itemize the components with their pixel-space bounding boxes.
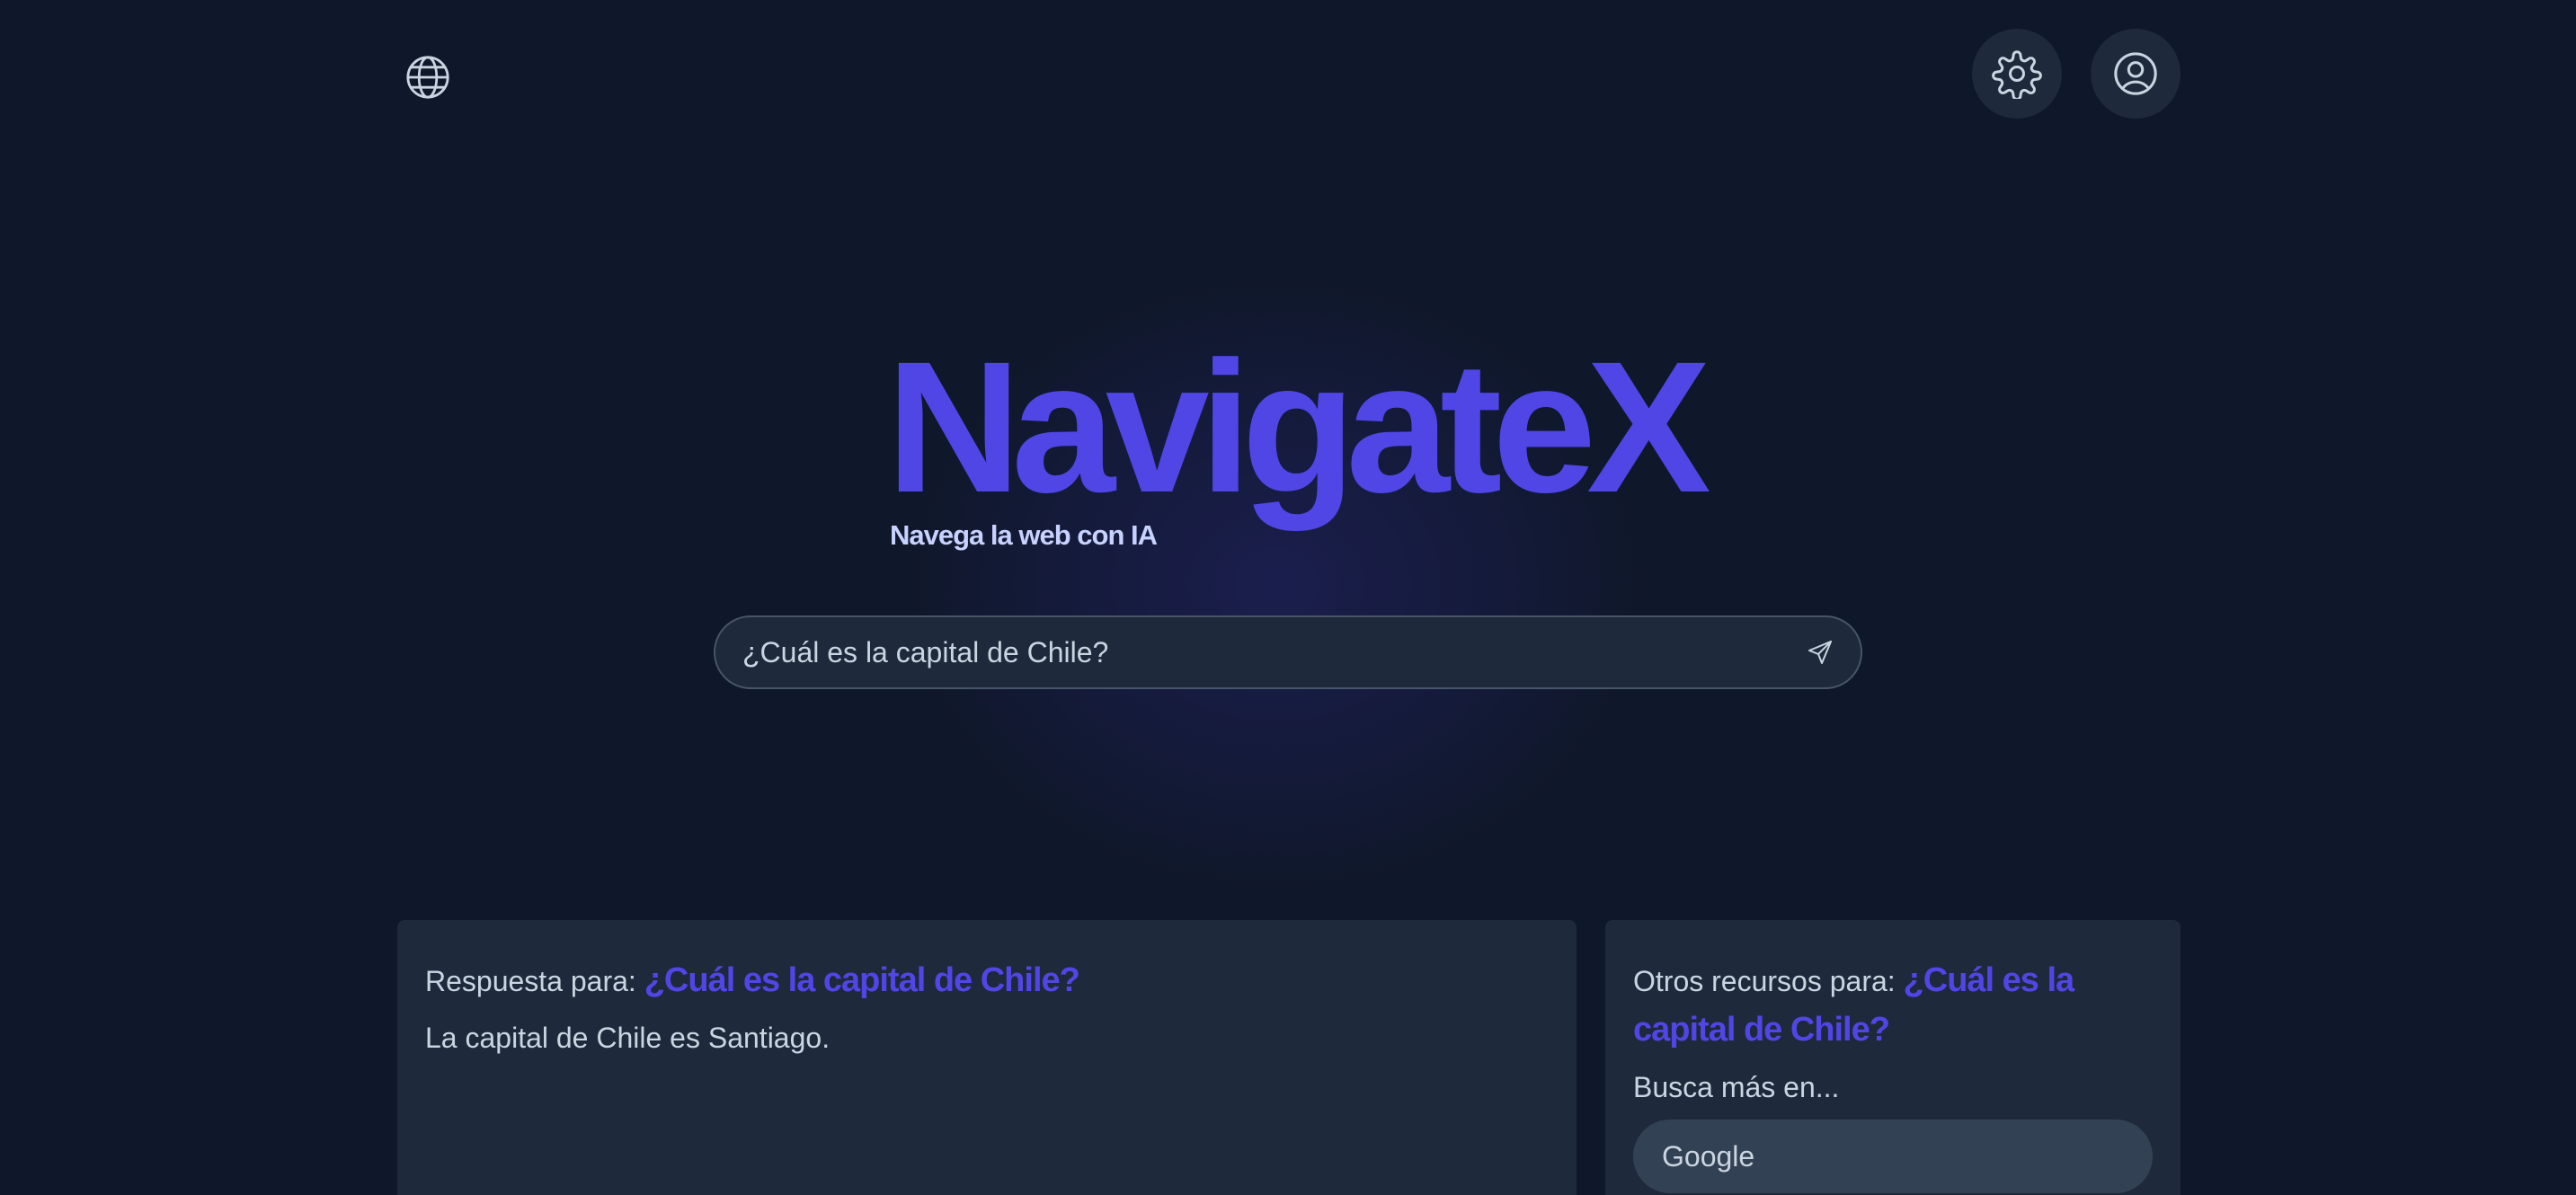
answer-text: La capital de Chile es Santiago. [425,1022,831,1054]
user-circle-icon [2114,52,2157,95]
search-input[interactable] [715,617,1780,687]
send-icon [1808,641,1832,664]
page: NavigateX Navega la web con IA Respuesta… [0,0,2576,1195]
answer-card: Respuesta para: ¿Cuál es la capital de C… [397,920,1577,1195]
send-button[interactable] [1780,617,1861,687]
search-engine-google-button[interactable]: Google [1633,1120,2153,1193]
profile-button[interactable] [2091,29,2181,119]
resources-label: Otros recursos para: [1633,965,1904,997]
globe-icon [406,56,449,99]
logo-title: NavigateX [886,323,1711,532]
settings-button[interactable] [1972,29,2062,119]
resources-card: Otros recursos para: ¿Cuál es la capital… [1605,920,2181,1195]
answer-query: ¿Cuál es la capital de Chile? [644,961,1080,999]
resources-heading: Otros recursos para: ¿Cuál es la capital… [1633,956,2153,1055]
answer-heading: Respuesta para: ¿Cuál es la capital de C… [425,956,1549,1005]
search-bar [714,615,1862,689]
search-more-label: Busca más en... [1633,1071,1840,1103]
answer-label: Respuesta para: [425,965,644,997]
tagline: Navega la web con IA [890,519,1158,551]
language-button[interactable] [397,47,458,108]
gear-icon [1992,50,2042,99]
